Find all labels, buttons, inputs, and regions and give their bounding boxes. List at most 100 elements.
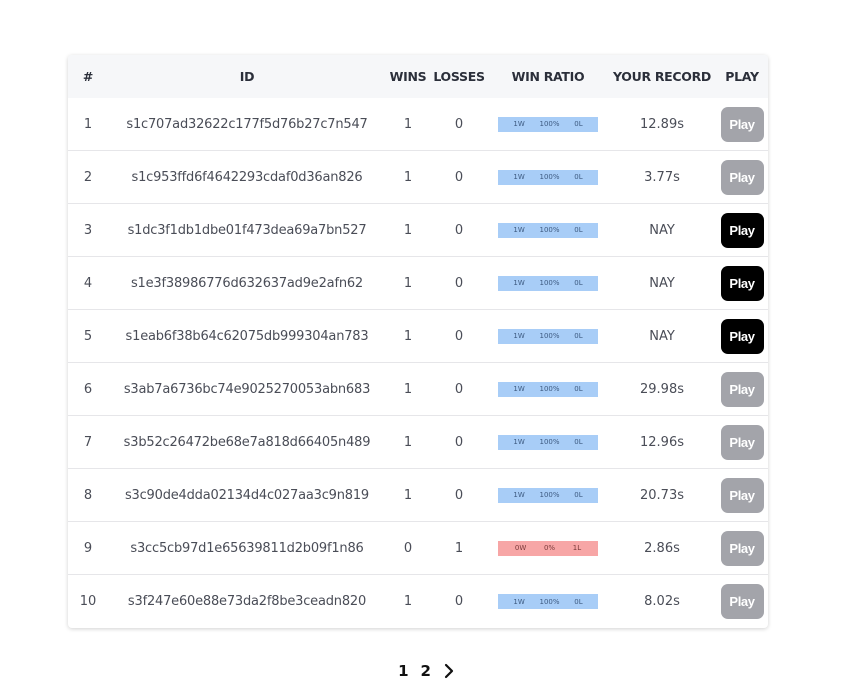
row-wins: 1 <box>403 222 413 238</box>
row-wins: 0 <box>403 540 413 556</box>
table-row: 2 s1c953ffd6f4642293cdaf0d36an826 1 0 1W 100%… <box>68 151 768 204</box>
row-wins: 1 <box>403 381 413 397</box>
row-record: 2.86s <box>644 540 680 556</box>
row-losses: 0 <box>454 594 464 609</box>
ratio-wins-label: 1W <box>513 438 525 446</box>
play-button[interactable]: Play <box>720 584 764 619</box>
ratio-losses-label: 0L <box>574 332 583 340</box>
table-header: # ID WINS LOSSES WIN RATIO YOUR RECORD P… <box>68 55 768 98</box>
row-wins: 1 <box>403 434 413 450</box>
row-id: s3cc5cb97d1e65639811d2b09f1n86 <box>130 540 364 556</box>
row-record: 12.89s <box>640 116 684 132</box>
play-button[interactable]: Play <box>720 530 764 566</box>
header-win-ratio: WIN RATIO <box>511 69 585 84</box>
table-row: 8 s3c90de4dda02134d4c027aa3c9n819 1 0 1W 100%… <box>68 469 768 522</box>
row-id: s1dc3f1db1dbe01f473dea69a7bn527 <box>127 222 367 238</box>
row-id: s3ab7a6736bc74e9025270053abn683 <box>123 381 371 397</box>
row-id: s3b52c26472be68e7a818d66405n489 <box>123 434 371 450</box>
row-losses: 0 <box>454 222 464 238</box>
table-row: 7 s3b52c26472be68e7a818d66405n489 1 0 1W 100%… <box>68 416 768 469</box>
row-rank: 3 <box>83 222 93 238</box>
header-losses: LOSSES <box>433 69 485 84</box>
win-ratio-bar: 1W 100% 0L <box>498 169 598 185</box>
ratio-losses-label: 0L <box>574 279 583 287</box>
ratio-percent-label: 100% <box>539 226 560 234</box>
play-button[interactable]: Play <box>720 212 764 248</box>
win-ratio-bar: 1W 100% 0L <box>498 116 598 132</box>
page-1-link[interactable]: 1 <box>398 662 408 680</box>
play-button[interactable]: Play <box>720 371 764 407</box>
play-button[interactable]: Play <box>720 106 764 142</box>
ratio-percent-label: 100% <box>539 597 560 606</box>
row-id: s1c707ad32622c177f5d76b27c7n547 <box>126 116 368 132</box>
play-button[interactable]: Play <box>720 318 764 354</box>
table-row: 4 s1e3f38986776d632637ad9e2afn62 1 0 1W 100% 0… <box>68 257 768 310</box>
ratio-losses-label: 0L <box>574 173 583 181</box>
ratio-percent-label: 100% <box>539 438 560 446</box>
row-wins: 1 <box>403 275 413 291</box>
table-row: 3 s1dc3f1db1dbe01f473dea69a7bn527 1 0 1W 100%… <box>68 204 768 257</box>
ratio-losses-label: 0L <box>574 120 583 128</box>
ratio-wins-label: 1W <box>513 226 525 234</box>
ratio-losses-label: 1L <box>572 544 582 552</box>
row-wins: 1 <box>403 487 413 503</box>
table-body: 1 s1c707ad32622c177f5d76b27c7n547 1 0 1W 100%… <box>68 98 768 628</box>
chevron-right-icon <box>444 663 454 679</box>
play-button[interactable]: Play <box>720 159 764 195</box>
pagination: 1 2 <box>0 660 853 682</box>
ratio-percent-label: 100% <box>539 385 560 393</box>
row-losses: 0 <box>454 116 464 132</box>
row-losses: 0 <box>454 328 464 344</box>
ratio-losses-label: 0L <box>574 385 583 393</box>
win-ratio-bar: 1W 100% 0L <box>498 222 598 238</box>
row-id: s1c953ffd6f4642293cdaf0d36an826 <box>131 169 363 185</box>
table-row: 10 s3f247e60e88e73da2f8be3ceadn820 1 0 1W 100… <box>68 575 768 628</box>
ratio-percent-label: 100% <box>539 173 560 181</box>
row-losses: 0 <box>454 434 464 450</box>
row-wins: 1 <box>403 116 413 132</box>
table-row: 5 s1eab6f38b64c62075db999304an783 1 0 1W 100%… <box>68 310 768 363</box>
row-id: s3f247e60e88e73da2f8be3ceadn820 <box>127 594 367 609</box>
row-rank: 9 <box>83 540 93 556</box>
row-losses: 0 <box>454 275 464 291</box>
ratio-percent-label: 100% <box>539 279 560 287</box>
ratio-percent-label: 100% <box>539 332 560 340</box>
ratio-wins-label: 1W <box>513 279 525 287</box>
play-button[interactable]: Play <box>720 477 764 513</box>
row-id: s1e3f38986776d632637ad9e2afn62 <box>130 275 364 291</box>
row-record: 12.96s <box>640 434 684 450</box>
ratio-losses-label: 0L <box>574 226 583 234</box>
header-play: PLAY <box>725 69 759 84</box>
win-ratio-bar: 0W 0% 1L <box>498 540 598 556</box>
row-rank: 4 <box>83 275 93 291</box>
page-2-link[interactable]: 2 <box>421 662 431 680</box>
play-button[interactable]: Play <box>720 424 764 460</box>
ratio-wins-label: 1W <box>513 120 525 128</box>
next-page-button[interactable] <box>443 663 455 679</box>
play-button[interactable]: Play <box>720 265 764 301</box>
header-num: # <box>82 69 94 84</box>
row-wins: 1 <box>403 594 413 609</box>
ratio-wins-label: 1W <box>513 385 525 393</box>
ratio-wins-label: 1W <box>513 173 525 181</box>
row-rank: 6 <box>83 381 93 397</box>
row-rank: 10 <box>79 594 97 609</box>
row-id: s1eab6f38b64c62075db999304an783 <box>125 328 369 344</box>
ratio-percent-label: 0% <box>543 544 556 552</box>
row-record: 29.98s <box>640 381 684 397</box>
row-rank: 8 <box>83 487 93 503</box>
row-record: 3.77s <box>644 169 680 185</box>
ratio-losses-label: 0L <box>574 491 583 499</box>
win-ratio-bar: 1W 100% 0L <box>498 487 598 503</box>
ratio-percent-label: 100% <box>539 491 560 499</box>
ratio-percent-label: 100% <box>539 120 560 128</box>
table-row: 6 s3ab7a6736bc74e9025270053abn683 1 0 1W 100%… <box>68 363 768 416</box>
row-wins: 1 <box>403 328 413 344</box>
row-losses: 0 <box>454 487 464 503</box>
row-record: 20.73s <box>640 487 684 503</box>
row-losses: 1 <box>454 540 464 556</box>
ratio-wins-label: 1W <box>513 332 525 340</box>
row-record: NAY <box>649 328 675 344</box>
ratio-wins-label: 1W <box>513 597 525 606</box>
ratio-wins-label: 1W <box>513 491 525 499</box>
